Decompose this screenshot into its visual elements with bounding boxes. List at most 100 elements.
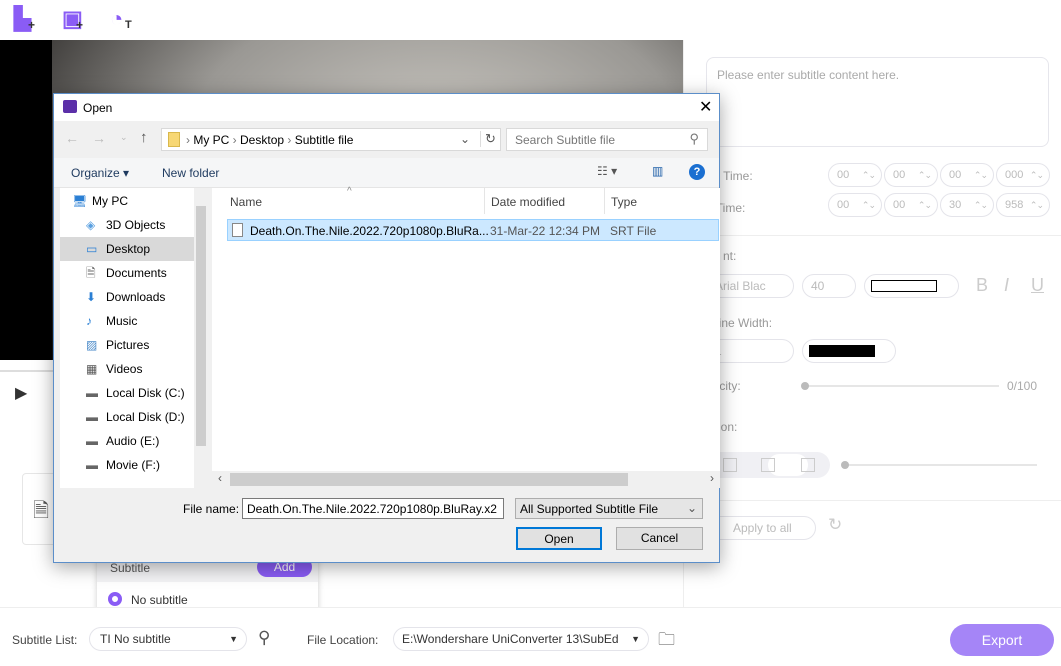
- file-name-label: File name:: [183, 502, 240, 516]
- file-location-select[interactable]: E:\Wondershare UniConverter 13\SubEd ▼: [393, 627, 649, 651]
- file-icon: [232, 223, 243, 237]
- subtitle-list-label: Subtitle List:: [12, 633, 78, 647]
- nav-item-label: Desktop: [106, 242, 151, 256]
- column-date-modified[interactable]: Date modified: [491, 195, 565, 209]
- nav-item-label: Local Disk (C:): [106, 386, 185, 400]
- outline-color-select[interactable]: [802, 339, 896, 363]
- size-select[interactable]: 40: [802, 274, 856, 298]
- download-icon: ⬇: [86, 290, 97, 304]
- nav-item-label: Local Disk (D:): [106, 410, 185, 424]
- popup-header: Subtitle: [110, 561, 151, 575]
- nav-item-audio-e[interactable]: ▬ Audio (E:): [60, 429, 194, 453]
- add-file-icon[interactable]: ▙ +: [14, 6, 40, 32]
- start-seconds[interactable]: 00: [940, 163, 994, 187]
- bold-button[interactable]: B: [976, 275, 988, 296]
- bottom-bar: Subtitle List: TI No subtitle ▼ ⚲ File Lo…: [0, 607, 1061, 666]
- desktop-icon: ▭: [86, 242, 98, 256]
- nav-item-local-disk-c[interactable]: ▬ Local Disk (C:): [60, 381, 194, 405]
- nav-item-movie-f[interactable]: ▬ Movie (F:): [60, 453, 194, 477]
- nav-item-3d-objects[interactable]: ◈ 3D Objects: [60, 213, 194, 237]
- up-icon[interactable]: ↑: [140, 129, 148, 146]
- nav-item-music[interactable]: ♪ Music: [60, 309, 194, 333]
- nav-item-desktop[interactable]: ▭ Desktop: [60, 237, 194, 261]
- refresh-icon[interactable]: ↻: [828, 515, 842, 535]
- nav-item-label: My PC: [92, 194, 128, 208]
- opacity-slider[interactable]: [801, 382, 999, 390]
- drive-icon: ▬: [86, 434, 98, 448]
- file-list: Name ^ Date modified Type Death.On.The.N…: [212, 186, 720, 488]
- end-minutes[interactable]: 00: [884, 193, 938, 217]
- subtitle-list-select[interactable]: TI No subtitle ▼: [89, 627, 247, 651]
- nav-item-label: Pictures: [106, 338, 150, 352]
- cancel-button[interactable]: Cancel: [616, 527, 703, 550]
- add-text-icon[interactable]: ▣ +: [62, 6, 88, 32]
- no-subtitle-option[interactable]: No subtitle: [131, 593, 188, 607]
- back-icon[interactable]: ←: [65, 130, 79, 146]
- refresh-icon[interactable]: ↻: [480, 131, 496, 147]
- position-slider[interactable]: [841, 461, 1037, 469]
- position-bottom-button[interactable]: [801, 458, 815, 472]
- italic-button[interactable]: I: [1004, 275, 1009, 296]
- chevron-down-icon[interactable]: ⌄: [460, 132, 470, 146]
- forward-icon[interactable]: →: [92, 130, 106, 146]
- nav-scrollbar[interactable]: [194, 188, 208, 488]
- drive-icon: ▬: [86, 386, 98, 400]
- nav-item-my-pc[interactable]: 🖥 My PC: [60, 189, 194, 213]
- position-top-button[interactable]: [723, 458, 737, 472]
- end-ms[interactable]: 958: [996, 193, 1050, 217]
- nav-item-downloads[interactable]: ⬇ Downloads: [60, 285, 194, 309]
- drive-icon: ▬: [86, 410, 98, 424]
- nav-item-local-disk-d[interactable]: ▬ Local Disk (D:): [60, 405, 194, 429]
- breadcrumb-desktop[interactable]: Desktop: [240, 133, 284, 147]
- nav-item-pictures[interactable]: ▨ Pictures: [60, 333, 194, 357]
- radio-icon[interactable]: [108, 592, 122, 606]
- dialog-titlebar: Open ✕: [54, 94, 719, 121]
- font-color-select[interactable]: [864, 274, 959, 298]
- help-icon[interactable]: ?: [689, 164, 705, 180]
- text-icon: TI: [100, 632, 114, 646]
- search-input[interactable]: Search Subtitle file ⚲: [506, 128, 708, 151]
- open-dialog: Open ✕ ← → ⌄ ↑ › My PC › Desktop › Subti…: [53, 93, 720, 563]
- folder-icon[interactable]: 🗀: [658, 627, 675, 656]
- file-location-value: E:\Wondershare UniConverter 13\SubEd: [402, 632, 619, 646]
- address-bar[interactable]: › My PC › Desktop › Subtitle file ⌄ ↻: [161, 128, 501, 151]
- top-toolbar: ▙ + ▣ + ◔ T: [0, 0, 1061, 40]
- end-hours[interactable]: 00: [828, 193, 882, 217]
- close-icon[interactable]: ✕: [699, 97, 712, 117]
- position-middle-button[interactable]: [761, 458, 775, 472]
- end-seconds[interactable]: 30: [940, 193, 994, 217]
- play-button[interactable]: ▶: [15, 383, 27, 403]
- column-type[interactable]: Type: [611, 195, 637, 209]
- column-name[interactable]: Name: [230, 195, 262, 209]
- navigation-pane: ▬ Movie (F:) ▬ Audio (E:) ▬ Local Disk (D:) ▬ L…: [60, 188, 208, 488]
- start-ms[interactable]: 000: [996, 163, 1050, 187]
- add-subtitle-icon[interactable]: ◔ T: [110, 6, 136, 32]
- start-hours[interactable]: 00: [828, 163, 882, 187]
- sort-ascending-icon: ^: [347, 186, 352, 197]
- apply-to-all-button[interactable]: Apply to all: [706, 516, 816, 540]
- subtitle-content-input[interactable]: Please enter subtitle content here.: [706, 57, 1049, 147]
- file-type-select[interactable]: All Supported Subtitle File ⌄: [515, 498, 703, 519]
- underline-button[interactable]: U: [1031, 275, 1044, 296]
- pc-icon: 🖥: [72, 194, 88, 208]
- recent-dropdown-icon[interactable]: ⌄: [120, 132, 128, 143]
- new-folder-button[interactable]: New folder: [162, 166, 219, 180]
- breadcrumb-subtitle-file[interactable]: Subtitle file: [295, 133, 354, 147]
- preview-pane-icon[interactable]: ▥: [652, 164, 663, 178]
- view-options-icon[interactable]: ☷ ▾: [597, 164, 617, 178]
- breadcrumb-my-pc[interactable]: My PC: [193, 133, 229, 147]
- dialog-toolbar: Organize ▾ New folder ☷ ▾ ▥ ?: [54, 158, 719, 188]
- start-minutes[interactable]: 00: [884, 163, 938, 187]
- export-button[interactable]: Export: [950, 624, 1054, 656]
- horizontal-scrollbar[interactable]: ‹ ›: [212, 471, 720, 488]
- nav-item-label: Movie (F:): [106, 458, 160, 472]
- organize-button[interactable]: Organize ▾: [71, 166, 129, 180]
- cube-icon: ◈: [86, 218, 96, 232]
- open-button[interactable]: Open: [516, 527, 602, 550]
- file-row[interactable]: Death.On.The.Nile.2022.720p1080p.BluRa..…: [227, 219, 719, 241]
- nav-item-videos[interactable]: ▦ Videos: [60, 357, 194, 381]
- file-name-input[interactable]: Death.On.The.Nile.2022.720p1080p.BluRay.…: [242, 498, 504, 519]
- position-group: [706, 452, 830, 478]
- nav-item-documents[interactable]: 🗎 Documents: [60, 261, 194, 285]
- search-icon[interactable]: ⚲: [258, 628, 270, 648]
